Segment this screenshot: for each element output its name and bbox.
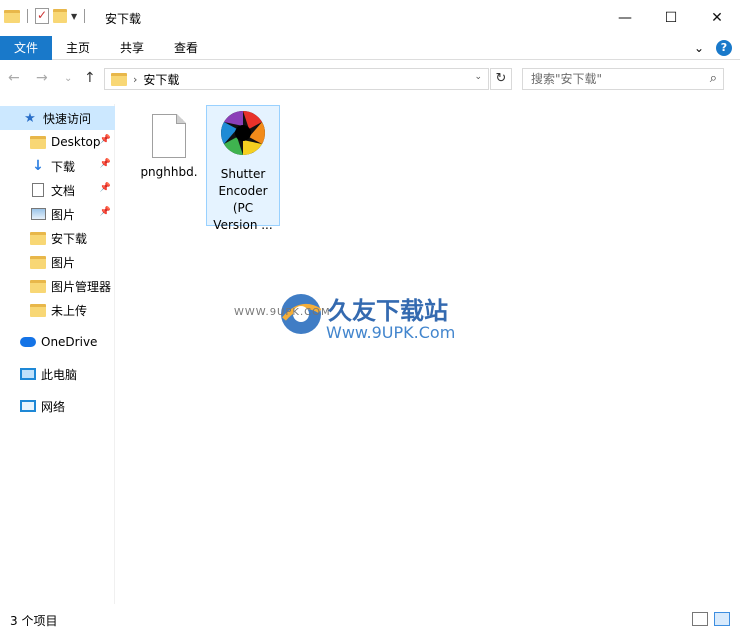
divider: [84, 9, 86, 23]
breadcrumb-item[interactable]: 安下载: [143, 71, 179, 88]
customize-toolbar-icon[interactable]: ▼: [71, 12, 77, 21]
sidebar-item-quick-access[interactable]: ★ 快速访问: [0, 106, 115, 130]
folder-icon: [30, 254, 46, 270]
file-item[interactable]: Shutter Encoder (PC Version ...: [206, 105, 280, 232]
file-name-line: Version ...: [213, 218, 273, 232]
file-icon: [152, 114, 186, 158]
minimize-button[interactable]: —: [602, 0, 648, 36]
title-bar: ▼ 安下载 — ☐ ✕: [0, 0, 740, 36]
sidebar-item-picture-manager[interactable]: 图片管理器: [0, 274, 115, 298]
pin-icon: 📌: [99, 159, 111, 169]
quick-access-toolbar: ▼: [4, 8, 88, 24]
sidebar-item-label: 此电脑: [41, 367, 78, 382]
sidebar-item-label: 图片: [51, 255, 76, 270]
folder-icon: [111, 72, 127, 86]
tab-home[interactable]: 主页: [56, 36, 100, 60]
sidebar-item-label: 安下载: [51, 231, 88, 246]
chevron-right-icon[interactable]: ›: [133, 73, 137, 86]
navigation-pane: ★ 快速访问 Desktop 📌 ↓ 下载 📌 文档 📌 图片 📌 安下载 图片…: [0, 104, 115, 604]
pin-icon: 📌: [99, 207, 111, 217]
search-placeholder: 搜索"安下载": [531, 72, 603, 86]
folder-icon: [4, 9, 20, 23]
ribbon-right: ⌄ ?: [694, 40, 732, 56]
file-name: pnghhbd.: [140, 165, 198, 179]
tab-view[interactable]: 查看: [164, 36, 208, 60]
search-icon: ⌕: [709, 71, 717, 86]
chevron-down-icon[interactable]: ⌄: [474, 72, 482, 82]
properties-icon[interactable]: [35, 8, 49, 24]
sidebar-item-label: 文档: [51, 183, 76, 198]
pin-icon: 📌: [99, 183, 111, 193]
sidebar-item-onedrive[interactable]: OneDrive: [0, 330, 115, 354]
sidebar-item-label: Desktop: [51, 135, 101, 149]
star-icon: ★: [24, 110, 36, 126]
sidebar-item-label: 未上传: [51, 303, 88, 318]
sidebar-item-label: 网络: [41, 399, 66, 414]
cloud-icon: [20, 334, 36, 350]
ribbon-tabs: 文件 主页 共享 查看 ⌄ ?: [0, 36, 740, 60]
view-switcher: [692, 612, 730, 626]
sidebar-item-downloads[interactable]: ↓ 下载 📌: [0, 154, 115, 178]
window-title: 安下载: [105, 12, 142, 26]
close-button[interactable]: ✕: [694, 0, 740, 36]
expand-ribbon-icon[interactable]: ⌄: [694, 41, 704, 55]
download-icon: ↓: [32, 158, 44, 174]
sidebar-item-this-pc[interactable]: 此电脑: [0, 362, 115, 386]
folder-icon: [30, 302, 46, 318]
document-icon: [30, 182, 46, 198]
computer-icon: [20, 366, 36, 382]
file-name-line: (PC: [232, 201, 254, 215]
recent-locations-icon[interactable]: ⌄: [64, 73, 72, 84]
watermark-small-url: WWW.9UPK.COM: [234, 307, 331, 318]
sidebar-item-pictures[interactable]: 图片 📌: [0, 202, 115, 226]
up-button[interactable]: ↑: [84, 70, 96, 86]
tab-file[interactable]: 文件: [0, 36, 52, 60]
folder-icon: [30, 230, 46, 246]
shutter-encoder-icon: [221, 111, 265, 155]
sidebar-item-label: 图片管理器: [51, 279, 112, 294]
window-controls: — ☐ ✕: [602, 0, 740, 36]
pin-icon: 📌: [99, 135, 111, 145]
status-bar: 3 个项目: [0, 608, 740, 631]
refresh-button[interactable]: ↻: [490, 68, 512, 90]
network-icon: [20, 398, 36, 414]
file-name-line: Shutter: [220, 167, 266, 181]
sidebar-item-not-uploaded[interactable]: 未上传: [0, 298, 115, 322]
address-bar[interactable]: › 安下载 ⌄: [104, 68, 489, 90]
details-view-icon[interactable]: [692, 612, 708, 626]
large-icons-view-icon[interactable]: [714, 612, 730, 626]
folder-icon: [30, 278, 46, 294]
search-input[interactable]: 搜索"安下载" ⌕: [522, 68, 724, 90]
sidebar-item-anxiazai[interactable]: 安下载: [0, 226, 115, 250]
forward-button[interactable]: →: [36, 70, 48, 86]
watermark: WWW.9UPK.COM 久友下载站 Www.9UPK.Com: [234, 285, 500, 365]
sidebar-item-label: OneDrive: [41, 335, 98, 349]
file-item[interactable]: pnghhbd.: [132, 106, 206, 181]
sidebar-item-network[interactable]: 网络: [0, 394, 115, 418]
sidebar-item-label: 下载: [51, 159, 76, 174]
navigation-bar: ← → ⌄ ↑ › 安下载 ⌄ ↻ 搜索"安下载" ⌕: [0, 62, 740, 96]
sidebar-item-pictures-folder[interactable]: 图片: [0, 250, 115, 274]
item-count: 3 个项目: [10, 614, 58, 628]
divider: [27, 9, 28, 23]
maximize-button[interactable]: ☐: [648, 0, 694, 36]
sidebar-item-documents[interactable]: 文档 📌: [0, 178, 115, 202]
new-folder-icon[interactable]: [53, 9, 67, 23]
watermark-url: Www.9UPK.Com: [326, 323, 456, 342]
help-icon[interactable]: ?: [716, 40, 732, 56]
sidebar-item-label: 图片: [51, 207, 76, 222]
watermark-title: 久友下载站: [328, 297, 448, 325]
sidebar-item-label: 快速访问: [43, 111, 92, 126]
pictures-icon: [30, 206, 46, 222]
back-button[interactable]: ←: [8, 70, 20, 86]
sidebar-item-desktop[interactable]: Desktop 📌: [0, 130, 115, 154]
file-name-line: Encoder: [218, 184, 268, 198]
tab-share[interactable]: 共享: [110, 36, 154, 60]
folder-icon: [30, 134, 46, 150]
